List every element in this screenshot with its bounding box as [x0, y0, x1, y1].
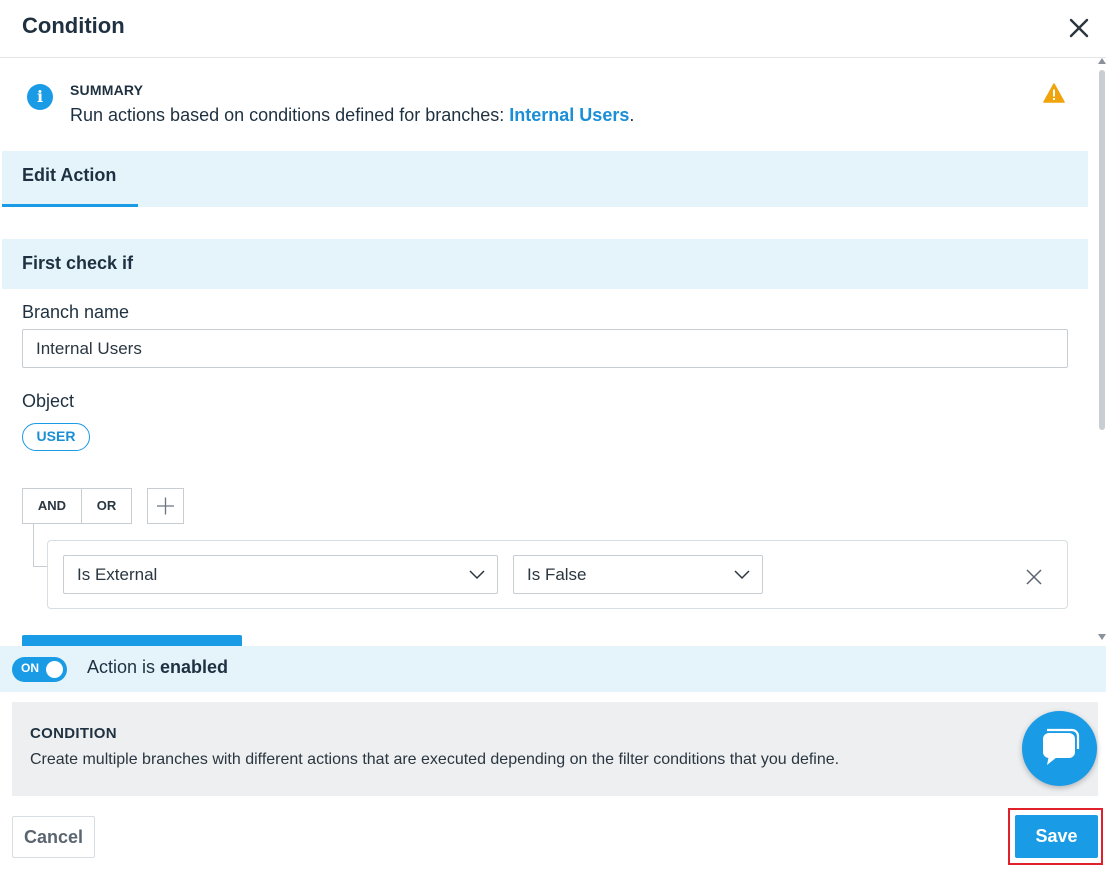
chevron-down-icon	[734, 570, 750, 580]
and-button[interactable]: AND	[23, 489, 82, 523]
chat-icon	[1043, 728, 1080, 765]
section-heading: First check if	[2, 239, 1088, 289]
object-label: Object	[22, 391, 75, 411]
branch-name-label: Branch name	[22, 302, 130, 322]
info-icon: i	[27, 84, 53, 110]
tree-connector	[33, 524, 47, 567]
info-panel-title: CONDITION	[30, 725, 117, 742]
save-button[interactable]: Save	[1015, 815, 1098, 858]
field-select-value: Is External	[77, 565, 158, 584]
close-icon[interactable]	[1024, 567, 1044, 587]
chevron-down-icon	[469, 570, 485, 580]
operator-select[interactable]: Is False	[513, 555, 763, 594]
tab-label: Edit Action	[22, 165, 117, 185]
summary-text: Run actions based on conditions defined …	[70, 105, 634, 126]
dialog-title: Condition	[22, 13, 125, 38]
field-select[interactable]: Is External	[63, 555, 498, 594]
scroll-down-icon[interactable]	[1098, 634, 1106, 640]
scrollbar[interactable]	[1098, 58, 1106, 646]
enable-toggle[interactable]: ON	[12, 657, 67, 682]
condition-info-panel: CONDITION Create multiple branches with …	[12, 702, 1098, 796]
tab-bar: Edit Action	[2, 151, 1088, 207]
enable-status-text: Action is enabled	[87, 657, 228, 678]
summary-branch-link[interactable]: Internal Users	[509, 105, 629, 125]
scroll-up-icon[interactable]	[1098, 58, 1106, 64]
cancel-button[interactable]: Cancel	[12, 816, 95, 858]
enable-text-prefix: Action is	[87, 657, 161, 677]
or-button[interactable]: OR	[82, 489, 131, 523]
dialog-header: Condition	[0, 0, 1106, 58]
close-icon[interactable]	[1066, 15, 1092, 41]
section-heading-text: First check if	[22, 253, 134, 273]
chat-button[interactable]	[1022, 711, 1097, 786]
summary-label: SUMMARY	[70, 82, 144, 98]
branch-name-input[interactable]	[22, 329, 1068, 368]
scrollbar-thumb[interactable]	[1099, 70, 1105, 430]
toggle-label: ON	[21, 661, 39, 675]
info-panel-description: Create multiple branches with different …	[30, 751, 840, 768]
toggle-knob	[46, 661, 63, 678]
summary-suffix: .	[629, 105, 635, 125]
enable-text-state: enabled	[160, 657, 229, 677]
plus-icon[interactable]	[147, 488, 184, 524]
operator-select-value: Is False	[527, 565, 587, 584]
logic-toggle-group: AND OR	[22, 488, 132, 524]
summary-prefix: Run actions based on conditions defined …	[70, 105, 510, 125]
tab-edit-action[interactable]: Edit Action	[2, 151, 138, 207]
warning-icon[interactable]	[1043, 83, 1065, 103]
object-pill[interactable]: USER	[22, 423, 90, 451]
